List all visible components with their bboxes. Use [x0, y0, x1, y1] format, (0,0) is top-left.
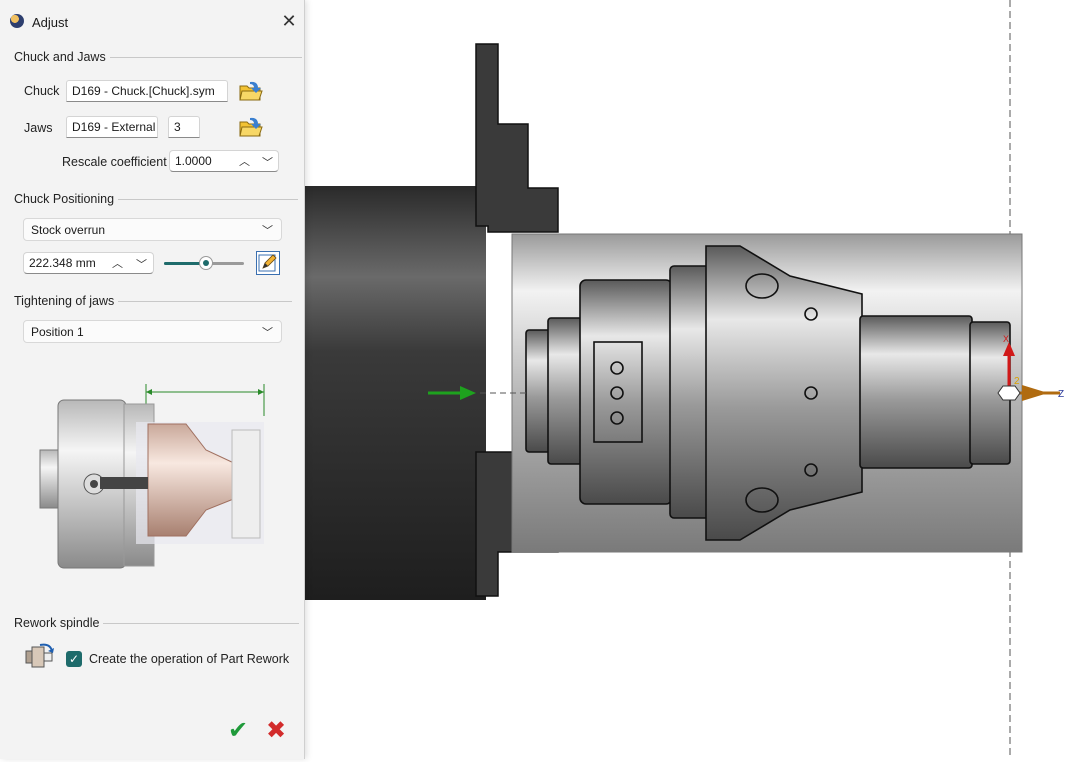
dialog-titlebar: Adjust ✕	[0, 0, 304, 44]
x-icon[interactable]: ✖	[266, 716, 286, 745]
tightening-position-value: Position 1	[31, 325, 84, 339]
pencil-icon[interactable]	[256, 251, 280, 275]
positioning-mode-value: Stock overrun	[31, 223, 106, 237]
svg-text:2: 2	[1014, 376, 1020, 387]
distance-slider-thumb[interactable]	[198, 256, 213, 270]
chuck-preview-image	[36, 378, 272, 574]
rescale-value: 1.0000	[175, 154, 212, 168]
positioning-mode-select[interactable]: Stock overrun ﹀	[23, 218, 282, 241]
section-title: Tightening of jaws	[14, 294, 115, 308]
rework-spindle-icon	[24, 643, 56, 671]
section-title: Chuck Positioning	[14, 192, 115, 206]
axis-z-label: Z	[1058, 389, 1064, 400]
jaws-label: Jaws	[24, 121, 53, 135]
dialog-title: Adjust	[32, 15, 69, 30]
axis-x-label: X	[1003, 334, 1009, 344]
close-icon[interactable]: ✕	[278, 10, 300, 32]
jaws-field[interactable]: D169 - External Ja	[66, 116, 158, 138]
checkmark-icon[interactable]: ✔	[228, 716, 248, 745]
section-tightening: Tightening of jaws	[14, 294, 293, 308]
jaws-count-field[interactable]: 3	[168, 116, 200, 138]
chuck-label: Chuck	[24, 84, 60, 98]
spin-up-icon[interactable]: ︿	[112, 255, 123, 271]
section-title: Rework spindle	[14, 616, 100, 630]
distance-stepper[interactable]: 222.348 mm	[23, 252, 154, 274]
open-folder-icon[interactable]	[238, 78, 264, 104]
upper-jaw	[475, 43, 559, 233]
section-title: Chuck and Jaws	[14, 50, 106, 64]
chevron-down-icon: ﹀	[262, 327, 273, 339]
rescale-label: Rescale coefficient	[62, 155, 167, 169]
adjust-dialog: Adjust ✕ Chuck and Jaws Chuck D169 - Chu…	[0, 0, 305, 759]
section-chuck-positioning: Chuck Positioning	[14, 192, 299, 206]
distance-value: 222.348 mm	[29, 256, 96, 270]
section-rework-spindle: Rework spindle	[14, 616, 300, 630]
open-folder-icon[interactable]	[238, 114, 264, 140]
part-rework-label: Create the operation of Part Rework	[89, 652, 290, 666]
part-rework-checkbox[interactable]: ✓	[66, 651, 82, 667]
app-icon	[10, 14, 24, 28]
spin-down-icon[interactable]: ﹀	[262, 154, 273, 170]
spin-down-icon[interactable]: ﹀	[136, 256, 147, 272]
chuck-field[interactable]: D169 - Chuck.[Chuck].sym	[66, 80, 228, 102]
section-chuck-and-jaws: Chuck and Jaws	[14, 50, 302, 64]
tightening-position-select[interactable]: Position 1 ﹀	[23, 320, 282, 343]
spin-up-icon[interactable]: ︿	[239, 153, 250, 169]
chevron-down-icon: ﹀	[262, 225, 273, 237]
